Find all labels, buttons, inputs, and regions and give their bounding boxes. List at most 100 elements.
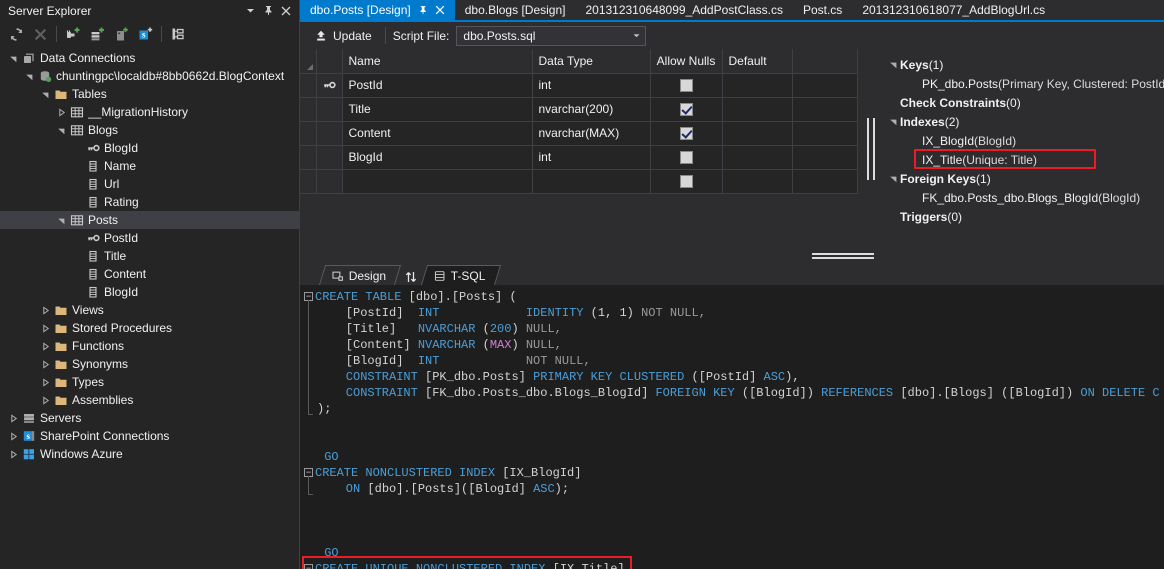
tree-node-windows-azure[interactable]: Windows Azure	[0, 445, 299, 463]
tree-node-rating[interactable]: Rating	[0, 193, 299, 211]
document-tabstrip[interactable]: dbo.Posts [Design] dbo.Blogs [Design] 2013…	[300, 0, 1164, 22]
document-tab-1[interactable]: dbo.Blogs [Design]	[454, 0, 576, 20]
tree-node-url[interactable]: Url	[0, 175, 299, 193]
tree-node-blogid[interactable]: BlogId	[0, 283, 299, 301]
tree-node-stored-procedures[interactable]: Stored Procedures	[0, 319, 299, 337]
tree-node-content[interactable]: Content	[0, 265, 299, 283]
allow-nulls-checkbox[interactable]	[679, 79, 693, 93]
vertical-splitter[interactable]	[858, 49, 884, 249]
columns-grid[interactable]: Name Data Type Allow Nulls Default PostId in…	[300, 49, 858, 194]
twisty-collapsed-icon[interactable]	[38, 373, 52, 391]
tree-node-types[interactable]: Types	[0, 373, 299, 391]
row-selector[interactable]	[300, 145, 317, 170]
allow-nulls-checkbox[interactable]	[679, 103, 693, 117]
cell-name[interactable]	[342, 169, 533, 194]
table-properties-panel[interactable]: Keys (1) PK_dbo.Posts (Primary Key, Clust…	[884, 49, 1164, 249]
cell-name[interactable]: BlogId	[342, 145, 533, 170]
properties-group-check-constraints[interactable]: Check Constraints (0)	[886, 93, 1164, 112]
pin-icon[interactable]	[259, 2, 277, 20]
properties-group-keys[interactable]: Keys (1)	[886, 55, 1164, 74]
allow-nulls-checkbox[interactable]	[679, 151, 693, 165]
cell-allow-nulls[interactable]	[650, 121, 723, 146]
twisty-collapsed-icon[interactable]	[38, 337, 52, 355]
cell-data-type[interactable]	[532, 169, 651, 194]
tree-node-migrationhistory[interactable]: __MigrationHistory	[0, 103, 299, 121]
cell-name[interactable]: Content	[342, 121, 533, 146]
properties-group-foreign-keys[interactable]: Foreign Keys (1)	[886, 169, 1164, 188]
row-selector[interactable]	[300, 73, 317, 98]
tree-node-sharepoint-connections[interactable]: s SharePoint Connections	[0, 427, 299, 445]
swap-panes-button[interactable]	[400, 270, 422, 284]
cell-default[interactable]	[722, 169, 793, 194]
grid-header-name[interactable]: Name	[342, 49, 533, 74]
tree-node-synonyms[interactable]: Synonyms	[0, 355, 299, 373]
twisty-expanded-icon[interactable]	[54, 211, 68, 229]
twisty-expanded-icon[interactable]	[38, 85, 52, 103]
properties-group-indexes[interactable]: Indexes (2)	[886, 112, 1164, 131]
tab-design[interactable]: Design	[318, 265, 402, 285]
connect-to-database-button[interactable]	[62, 23, 84, 45]
tree-node-tables[interactable]: Tables	[0, 85, 299, 103]
add-database-button[interactable]	[110, 23, 132, 45]
cell-data-type[interactable]: int	[532, 145, 651, 170]
sql-code-editor[interactable]: − CREATE TABLE [dbo].[Posts] ( [PostId] I…	[300, 285, 1164, 569]
cell-allow-nulls[interactable]	[650, 73, 723, 98]
document-tab-0[interactable]: dbo.Posts [Design]	[300, 0, 455, 20]
twisty-expanded-icon[interactable]	[54, 121, 68, 139]
grid-header-data-type[interactable]: Data Type	[532, 49, 651, 74]
cell-data-type[interactable]: nvarchar(MAX)	[532, 121, 651, 146]
table-row[interactable]: Content nvarchar(MAX)	[300, 121, 858, 146]
pin-icon[interactable]	[418, 5, 428, 15]
cell-default[interactable]	[722, 73, 793, 98]
allow-nulls-checkbox[interactable]	[679, 175, 693, 189]
tree-node-posts[interactable]: Posts	[0, 211, 299, 229]
twisty-collapsed-icon[interactable]	[38, 301, 52, 319]
tree-node-blogs[interactable]: Blogs	[0, 121, 299, 139]
tree-node-chuntingpc-localdb-8bb0662d-blogcontext[interactable]: chuntingpc\localdb#8bb0662d.BlogContext	[0, 67, 299, 85]
properties-item[interactable]: FK_dbo.Posts_dbo.Blogs_BlogId (BlogId)	[886, 188, 1164, 207]
server-explorer-tree[interactable]: Data Connections chuntingpc\localdb#8bb06…	[0, 47, 299, 569]
cell-allow-nulls[interactable]	[650, 145, 723, 170]
properties-group-triggers[interactable]: Triggers (0)	[886, 207, 1164, 226]
tab-tsql[interactable]: T-SQL	[421, 265, 502, 285]
twisty-expanded-icon[interactable]	[22, 67, 36, 85]
row-selector[interactable]	[300, 169, 317, 194]
twisty-collapsed-icon[interactable]	[38, 391, 52, 409]
table-row[interactable]: Title nvarchar(200)	[300, 97, 858, 122]
grid-header-default[interactable]: Default	[722, 49, 793, 74]
add-server-button[interactable]	[86, 23, 108, 45]
fold-toggle-icon[interactable]: −	[304, 564, 313, 569]
properties-item[interactable]: IX_Title (Unique: Title)	[886, 150, 1164, 169]
tree-node-servers[interactable]: Servers	[0, 409, 299, 427]
document-tab-4[interactable]: 201312310618077_AddBlogUrl.cs	[852, 0, 1056, 20]
twisty-collapsed-icon[interactable]	[38, 355, 52, 373]
grid-select-all-corner[interactable]	[300, 49, 317, 74]
twisty-collapsed-icon[interactable]	[54, 103, 68, 121]
cell-data-type[interactable]: int	[532, 73, 651, 98]
tree-node-blogid[interactable]: BlogId	[0, 139, 299, 157]
horizontal-splitter[interactable]	[300, 249, 1164, 263]
properties-item[interactable]: PK_dbo.Posts (Primary Key, Clustered: Po…	[886, 74, 1164, 93]
tree-node-assemblies[interactable]: Assemblies	[0, 391, 299, 409]
object-properties-button[interactable]	[167, 23, 189, 45]
row-selector[interactable]	[300, 121, 317, 146]
tree-node-title[interactable]: Title	[0, 247, 299, 265]
twisty-expanded-icon[interactable]	[886, 117, 900, 126]
dropdown-icon[interactable]	[241, 2, 259, 20]
table-row[interactable]: BlogId int	[300, 145, 858, 170]
cell-default[interactable]	[722, 121, 793, 146]
tree-node-name[interactable]: Name	[0, 157, 299, 175]
twisty-collapsed-icon[interactable]	[6, 445, 20, 463]
properties-item[interactable]: IX_BlogId (BlogId)	[886, 131, 1164, 150]
table-row[interactable]: PostId int	[300, 73, 858, 98]
cell-data-type[interactable]: nvarchar(200)	[532, 97, 651, 122]
columns-grid-body[interactable]: PostId int Title nvarchar(200) Content nvarch…	[300, 73, 858, 194]
cell-allow-nulls[interactable]	[650, 97, 723, 122]
refresh-button[interactable]	[5, 23, 27, 45]
tree-node-views[interactable]: Views	[0, 301, 299, 319]
twisty-expanded-icon[interactable]	[886, 174, 900, 183]
cell-name[interactable]: PostId	[342, 73, 533, 98]
twisty-collapsed-icon[interactable]	[6, 427, 20, 445]
document-tab-3[interactable]: Post.cs	[792, 0, 853, 20]
grid-header-allow-nulls[interactable]: Allow Nulls	[650, 49, 723, 74]
